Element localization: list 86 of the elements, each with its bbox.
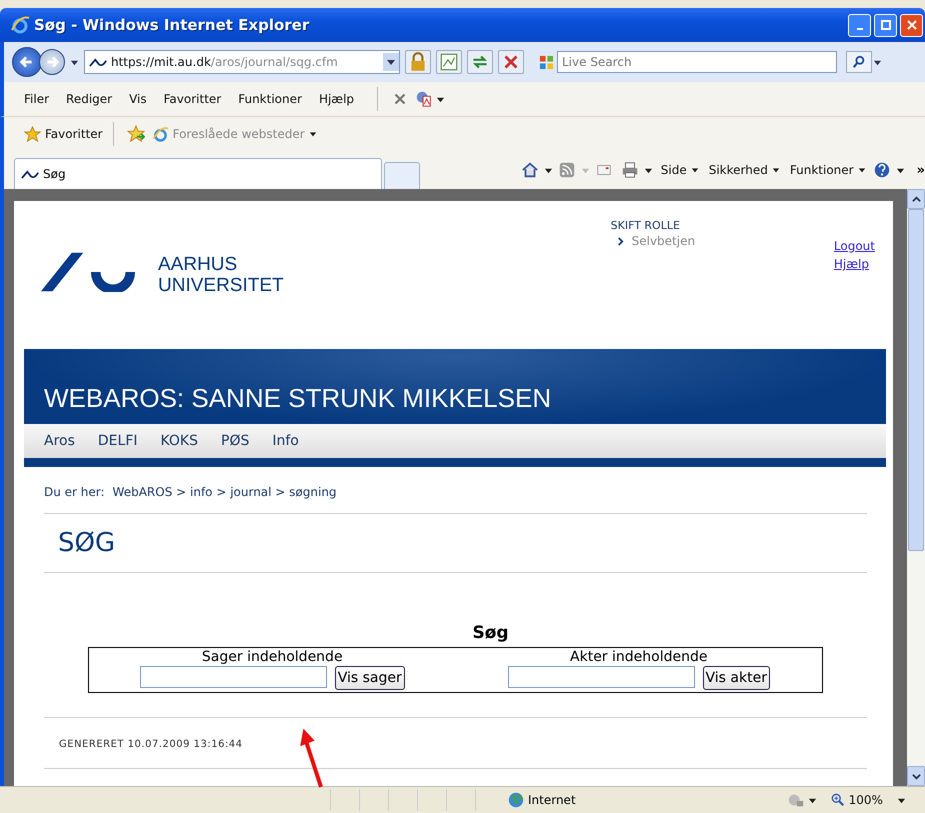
- browser-tab[interactable]: Søg: [14, 158, 382, 189]
- caret-icon: [690, 166, 699, 174]
- help-icon[interactable]: [872, 161, 891, 179]
- add-favorite-icon[interactable]: [126, 125, 145, 143]
- search-field[interactable]: Live Search: [557, 51, 837, 73]
- refresh-icon[interactable]: [467, 50, 493, 74]
- menu-item[interactable]: Filer: [24, 92, 50, 106]
- role-heading: SKIFT ROLLE: [610, 219, 681, 232]
- nav-link[interactable]: KOKS: [160, 433, 198, 449]
- nav-link[interactable]: DELFI: [98, 433, 138, 449]
- address-field[interactable]: https://mit.au.dk/aros/journal/sqg.cfm: [84, 50, 400, 74]
- site-icon: [89, 56, 107, 68]
- menu-item[interactable]: Rediger: [66, 92, 112, 106]
- minimize-icon: [856, 28, 862, 30]
- forward-button[interactable]: [39, 49, 65, 75]
- command-menu[interactable]: Side: [658, 163, 701, 177]
- search-button[interactable]: [846, 51, 872, 73]
- dropdown-arrow-icon[interactable]: [544, 166, 553, 174]
- nav-link[interactable]: PØS: [221, 433, 250, 449]
- maximize-button[interactable]: [874, 14, 897, 36]
- site-icon: [21, 168, 39, 180]
- menu-item[interactable]: Funktioner: [238, 92, 302, 106]
- search-icon: [852, 55, 866, 69]
- form-title: Søg: [471, 623, 510, 643]
- globe-icon: [507, 791, 525, 809]
- dropdown-arrow-icon[interactable]: [436, 94, 446, 104]
- caret-icon: [858, 166, 866, 174]
- dropdown-arrow-icon[interactable]: [808, 796, 817, 804]
- nav-link[interactable]: Info: [272, 433, 299, 449]
- dropdown-arrow-icon[interactable]: [644, 166, 653, 174]
- scroll-thumb[interactable]: [908, 209, 924, 551]
- stop-icon[interactable]: [498, 50, 524, 74]
- breadcrumb-trail: WebAROS > info > journal > søgning: [112, 485, 337, 499]
- search-input-field[interactable]: [140, 666, 327, 688]
- menu-item[interactable]: Vis: [129, 92, 147, 106]
- chevron-icon: [616, 236, 624, 246]
- header-link[interactable]: Hjælp: [834, 257, 875, 271]
- field-label: Sager indeholdende: [202, 648, 343, 666]
- close-button[interactable]: [900, 14, 923, 36]
- zoom-icon: [830, 793, 845, 807]
- dropdown-arrow-icon[interactable]: [873, 58, 882, 66]
- favorites-button[interactable]: Favoritter: [20, 126, 107, 142]
- command-menu[interactable]: Sikkerhed: [706, 163, 782, 177]
- close-icon: [906, 20, 916, 30]
- caret-icon: [772, 166, 780, 174]
- windows-logo-icon: [539, 54, 554, 70]
- field-label: Akter indeholdende: [570, 648, 708, 666]
- nav-link[interactable]: Aros: [44, 433, 75, 449]
- dropdown-arrow-icon[interactable]: [70, 58, 79, 66]
- header-link[interactable]: Logout: [834, 239, 875, 253]
- university-name: UNIVERSITET: [158, 275, 284, 296]
- maximize-icon: [880, 20, 890, 30]
- security-zone: Internet: [528, 793, 576, 807]
- pdf-icon[interactable]: [415, 90, 434, 108]
- overflow-chevron[interactable]: »: [916, 162, 925, 178]
- role-link[interactable]: Selvbetjen: [632, 234, 696, 248]
- dropdown-arrow-icon[interactable]: [896, 796, 906, 804]
- page-heading: SØG: [57, 527, 116, 560]
- generated-timestamp: GENERERET 10.07.2009 13:16:44: [59, 739, 243, 750]
- banner-title: WEBAROS: SANNE STRUNK MIKKELSEN: [44, 383, 552, 415]
- minimize-button[interactable]: [848, 14, 871, 36]
- browser-logo-icon: [10, 15, 30, 35]
- scroll-down-button[interactable]: [907, 766, 925, 786]
- search-submit-button[interactable]: Vis akter: [702, 666, 770, 690]
- vertical-scrollbar[interactable]: [907, 189, 925, 786]
- zoom-button[interactable]: 100%: [826, 793, 887, 807]
- search-submit-button[interactable]: Vis sager: [334, 666, 405, 690]
- padlock-icon[interactable]: [405, 50, 431, 74]
- star-icon: [24, 126, 41, 142]
- feed-icon[interactable]: [558, 161, 576, 179]
- browser-logo-icon: [152, 126, 169, 142]
- window-title: Søg - Windows Internet Explorer: [34, 16, 310, 34]
- university-logo-icon: [41, 252, 137, 292]
- breadcrumb-label: Du er her:: [44, 485, 105, 499]
- command-menu[interactable]: Funktioner: [788, 163, 868, 177]
- university-name: AARHUS: [158, 254, 238, 275]
- menu-item[interactable]: Hjælp: [318, 92, 354, 106]
- compatibility-icon[interactable]: [436, 50, 462, 74]
- search-input-field[interactable]: [508, 666, 695, 688]
- scroll-up-button[interactable]: [907, 189, 925, 209]
- back-button[interactable]: [12, 47, 42, 77]
- dropdown-arrow-icon[interactable]: [896, 166, 905, 174]
- menu-item[interactable]: Favoritter: [164, 92, 222, 106]
- home-icon[interactable]: [520, 161, 539, 179]
- printer-icon[interactable]: [620, 161, 639, 179]
- caret-icon: [308, 130, 317, 138]
